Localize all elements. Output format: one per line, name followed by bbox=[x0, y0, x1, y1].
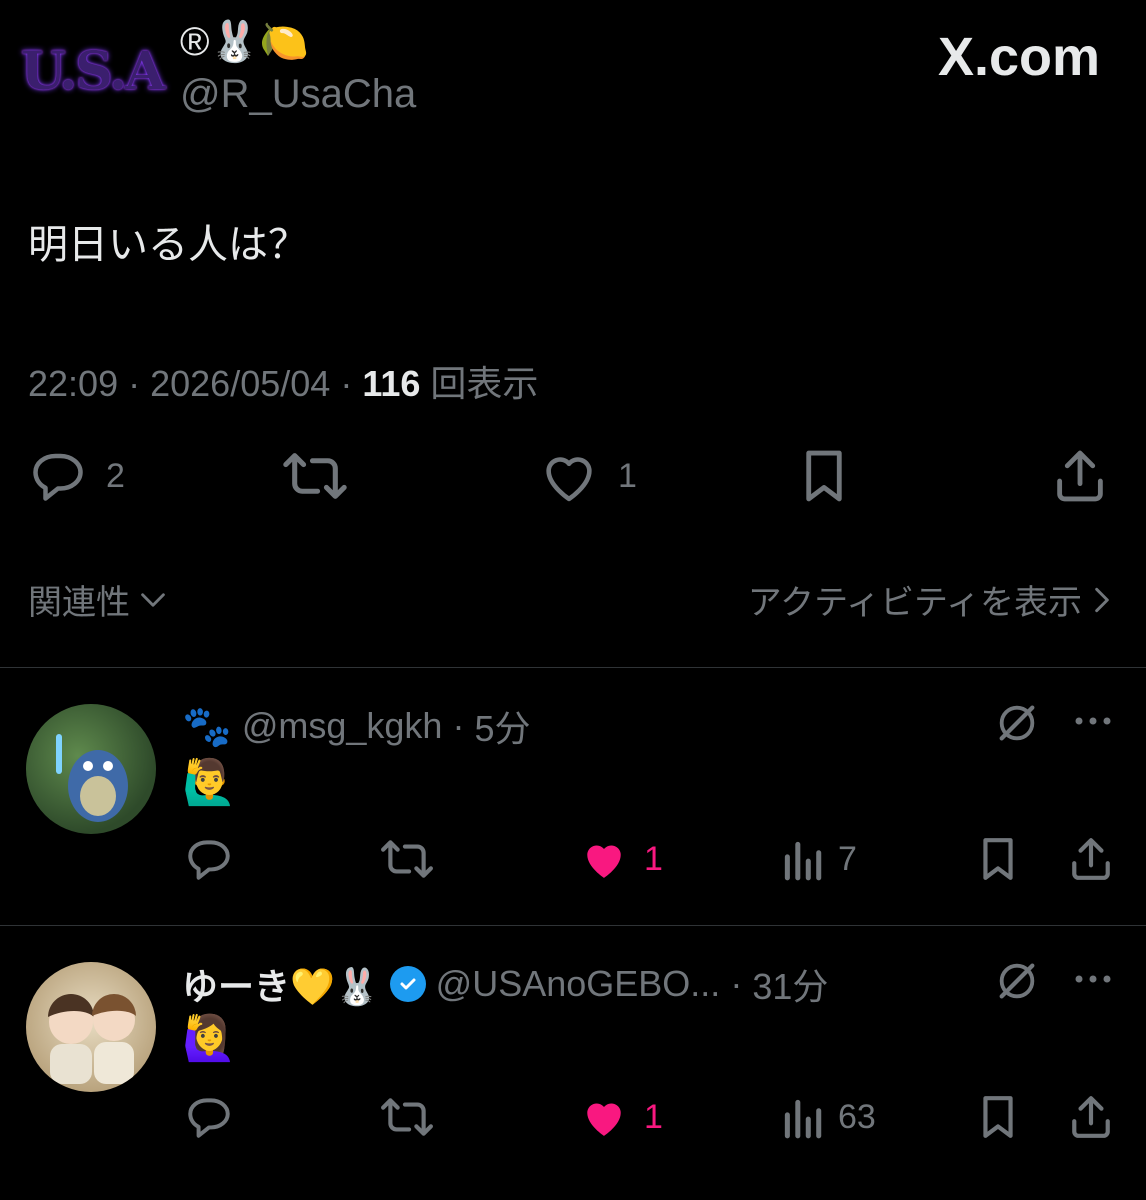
reply-avatar[interactable] bbox=[26, 704, 156, 834]
divider bbox=[0, 925, 1146, 926]
reply-retweet-button[interactable] bbox=[380, 1094, 434, 1140]
like-button[interactable]: 1 bbox=[538, 448, 637, 504]
like-count: 1 bbox=[618, 456, 637, 495]
author-avatar[interactable]: U.S.A bbox=[21, 30, 166, 112]
reply-avatar[interactable] bbox=[26, 962, 156, 1092]
view-count: 116 bbox=[362, 363, 421, 404]
grok-button[interactable] bbox=[994, 700, 1040, 751]
reply-views-button[interactable]: 7 bbox=[780, 836, 857, 882]
tweet-text: 明日いる人は？ bbox=[28, 223, 308, 267]
share-icon bbox=[1072, 1096, 1110, 1138]
more-icon bbox=[1075, 975, 1111, 983]
more-icon bbox=[1075, 717, 1111, 725]
reply-text: 🙋‍♀️ bbox=[182, 1014, 237, 1063]
reply-header: 🐾 @msg_kgkh · 5分 bbox=[182, 700, 530, 752]
tweet-meta: 22:09 · 2026/05/04 · 116 回表示 bbox=[28, 363, 539, 404]
retweet-icon bbox=[381, 840, 433, 878]
reply-like-count: 1 bbox=[644, 839, 663, 878]
reply-views-button[interactable]: 63 bbox=[780, 1094, 876, 1140]
retweet-icon bbox=[283, 453, 347, 499]
activity-label: アクティビティを表示 bbox=[747, 584, 1082, 622]
share-icon bbox=[1072, 838, 1110, 880]
bookmark-icon bbox=[806, 450, 842, 502]
grok-icon bbox=[999, 963, 1035, 999]
reply-count: 2 bbox=[106, 456, 125, 495]
heart-filled-icon bbox=[587, 845, 621, 878]
chevron-down-icon bbox=[141, 592, 165, 607]
heart-filled-icon bbox=[587, 1103, 621, 1136]
reply-icon bbox=[188, 840, 230, 880]
reply-like-button[interactable]: 1 bbox=[578, 836, 663, 882]
view-label: 回表示 bbox=[430, 363, 539, 404]
reply-bookmark-button[interactable] bbox=[976, 1094, 1020, 1140]
reply-handle[interactable]: @msg_kgkh bbox=[242, 705, 443, 747]
totoro-avatar-image bbox=[56, 734, 128, 822]
reply-share-button[interactable] bbox=[1068, 836, 1114, 882]
tweet-time[interactable]: 22:09 bbox=[28, 363, 118, 404]
reply-icon bbox=[33, 453, 83, 501]
reply-icon bbox=[188, 1098, 230, 1138]
retweet-icon bbox=[381, 1098, 433, 1136]
view-activity-link[interactable]: アクティビティを表示 bbox=[748, 575, 1110, 624]
reply-like-count: 1 bbox=[644, 1097, 663, 1136]
views-icon bbox=[784, 1099, 822, 1139]
reply-time[interactable]: 5分 bbox=[474, 700, 530, 752]
brand-logo: X.com bbox=[937, 27, 1100, 87]
reply-retweet-button[interactable] bbox=[380, 836, 434, 882]
reply-reply-button[interactable] bbox=[184, 1094, 234, 1140]
heart-icon bbox=[546, 457, 592, 502]
views-icon bbox=[784, 841, 822, 881]
share-button[interactable] bbox=[1052, 448, 1108, 504]
reply-button[interactable]: 2 bbox=[28, 448, 125, 504]
verified-badge-icon bbox=[389, 966, 426, 1002]
reply-display-name[interactable]: ゆーき💛🐰 bbox=[182, 958, 380, 1010]
reply-display-name[interactable]: 🐾 bbox=[182, 703, 232, 750]
reply-bookmark-button[interactable] bbox=[976, 836, 1020, 882]
sort-label: 関連性 bbox=[28, 584, 130, 622]
share-icon bbox=[1057, 450, 1103, 502]
more-options-button[interactable] bbox=[1072, 958, 1114, 1005]
reply-handle[interactable]: @USAnoGEBO... bbox=[436, 963, 721, 1005]
chevron-right-icon bbox=[1095, 587, 1109, 612]
reply-header: ゆーき💛🐰 @USAnoGEBO... · 31分 bbox=[182, 958, 828, 1010]
more-options-button[interactable] bbox=[1072, 700, 1114, 747]
reply-view-count: 63 bbox=[838, 1097, 876, 1136]
grok-icon bbox=[999, 705, 1035, 741]
bookmark-button[interactable] bbox=[798, 448, 850, 504]
retweet-button[interactable] bbox=[282, 448, 348, 504]
sort-dropdown[interactable]: 関連性 bbox=[28, 575, 166, 624]
anime-avatar-image bbox=[48, 994, 136, 1084]
author-handle[interactable]: @R_UsaCha bbox=[180, 72, 416, 117]
reply-share-button[interactable] bbox=[1068, 1094, 1114, 1140]
tweet-date[interactable]: 2026/05/04 bbox=[150, 363, 330, 404]
reply-time[interactable]: 31分 bbox=[752, 958, 828, 1010]
grok-button[interactable] bbox=[994, 958, 1040, 1009]
reply-reply-button[interactable] bbox=[184, 836, 234, 882]
reply-text: 🙋‍♂️ bbox=[182, 758, 237, 807]
author-display-name[interactable]: ®🐰🍋 bbox=[180, 18, 309, 65]
bookmark-icon bbox=[983, 1096, 1013, 1138]
bookmark-icon bbox=[983, 838, 1013, 880]
divider bbox=[0, 667, 1146, 668]
reply-view-count: 7 bbox=[838, 839, 857, 878]
reply-like-button[interactable]: 1 bbox=[578, 1094, 663, 1140]
